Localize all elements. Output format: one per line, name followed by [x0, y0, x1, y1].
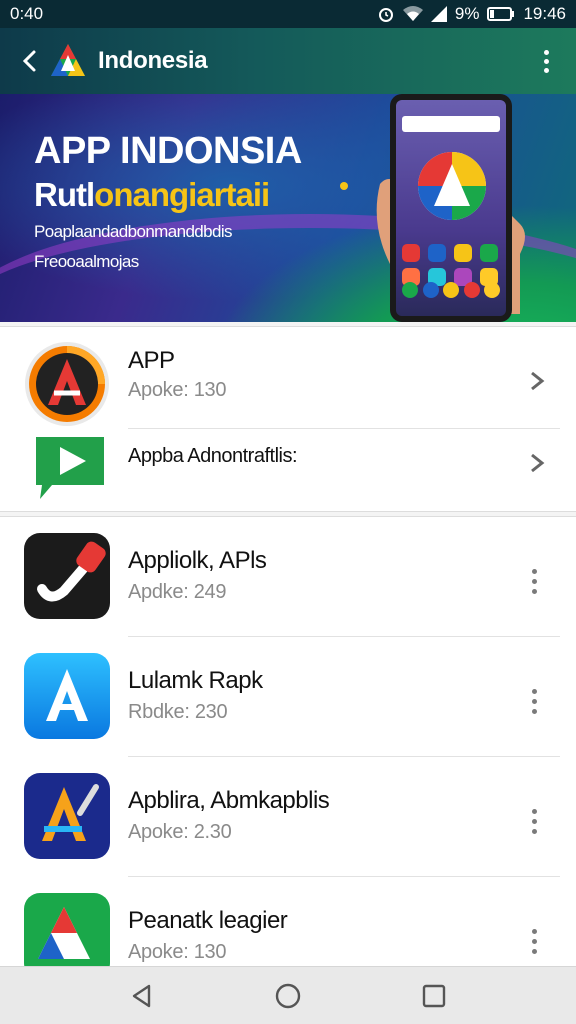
list-item-meta: Rbdke: 230	[128, 701, 228, 723]
list-item-meta: Apoke: 130	[128, 941, 227, 963]
app-icon-green-a	[24, 893, 110, 967]
featured-item[interactable]: Appba Adnontraftlis:	[0, 429, 576, 513]
phone-illustration	[390, 94, 512, 322]
list-item[interactable]: Lulamk Rapk Rbdke: 230	[0, 637, 576, 757]
list-item-name: Apblira, Abmkapblis	[128, 787, 330, 814]
phone-app-logo-icon	[418, 152, 486, 220]
banner-accent-dot	[340, 182, 348, 190]
app-icon-a-ring	[25, 342, 109, 426]
status-time-right: 19:46	[523, 4, 566, 23]
wifi-icon	[402, 6, 423, 21]
featured-item-name: Appba Adnontraftlis:	[128, 445, 298, 467]
battery-percent: 9%	[454, 4, 480, 23]
list-item-meta: Apdke: 249	[128, 581, 227, 603]
play-chat-icon	[36, 437, 104, 499]
app-icon-blue-a	[24, 653, 110, 739]
battery-icon	[487, 7, 515, 21]
list-item-name: Lulamk Rapk	[128, 667, 263, 694]
banner-title: APP INDONSIA	[34, 130, 302, 172]
app-icon-pen-a	[24, 773, 110, 859]
app-logo-icon	[51, 44, 85, 76]
featured-card: APP Apoke: 130 Appba Adnontraftlis:	[0, 326, 576, 512]
more-options-icon[interactable]	[524, 923, 544, 959]
status-time-left: 0:40	[10, 4, 44, 23]
banner-subtitle: Rutlonangiartaii	[34, 176, 270, 214]
app-screen: 0:40 9% 19:46 Indonesia APP INDONSIA Rut…	[0, 0, 576, 1024]
app-bar-title: Indonesia	[98, 47, 208, 74]
list-item-name: Peanatk leagier	[128, 907, 288, 934]
signal-icon	[430, 6, 447, 22]
app-bar: Indonesia	[0, 28, 576, 94]
phone-search-bar	[402, 116, 500, 132]
list-item[interactable]: Apblira, Abmkapblis Apoke: 2.30	[0, 757, 576, 877]
nav-home-icon[interactable]	[274, 982, 302, 1010]
app-list: Appliolk, APls Apdke: 249 Lulamk Rapk Rb…	[0, 516, 576, 967]
more-options-icon[interactable]	[524, 803, 544, 839]
promo-banner[interactable]: APP INDONSIA Rutlonangiartaii Poaplaanda…	[0, 94, 576, 322]
banner-description-1: Poaplaandadbonmanddbdis	[34, 222, 233, 241]
banner-subtitle-yellow: onangiartaii	[94, 176, 270, 213]
nav-recents-icon[interactable]	[421, 983, 447, 1009]
alarm-icon	[378, 8, 393, 22]
featured-item-meta: Apoke: 130	[128, 379, 227, 401]
phone-screen	[396, 100, 506, 316]
system-nav-bar	[0, 966, 576, 1024]
phone-dock	[402, 282, 500, 298]
list-item-name: Appliolk, APls	[128, 547, 267, 574]
list-item[interactable]: Peanatk leagier Apoke: 130	[0, 877, 576, 967]
status-bar: 0:40 9% 19:46	[0, 0, 576, 28]
overflow-menu-icon[interactable]	[534, 41, 558, 81]
list-item[interactable]: Appliolk, APls Apdke: 249	[0, 517, 576, 637]
status-icons: 9% 19:46	[377, 4, 566, 24]
more-options-icon[interactable]	[524, 683, 544, 719]
phone-app-grid	[402, 244, 500, 286]
back-arrow-icon[interactable]	[18, 48, 44, 74]
featured-item-name: APP	[128, 347, 175, 374]
list-item-meta: Apoke: 2.30	[128, 821, 232, 843]
more-options-icon[interactable]	[524, 563, 544, 599]
chevron-right-icon[interactable]	[526, 367, 548, 395]
chevron-right-icon[interactable]	[526, 449, 548, 477]
banner-subtitle-white: Rutl	[34, 176, 95, 213]
app-icon-marker	[24, 533, 110, 619]
banner-description-2: Freooaalmojas	[34, 252, 139, 271]
nav-back-icon[interactable]	[129, 983, 155, 1009]
